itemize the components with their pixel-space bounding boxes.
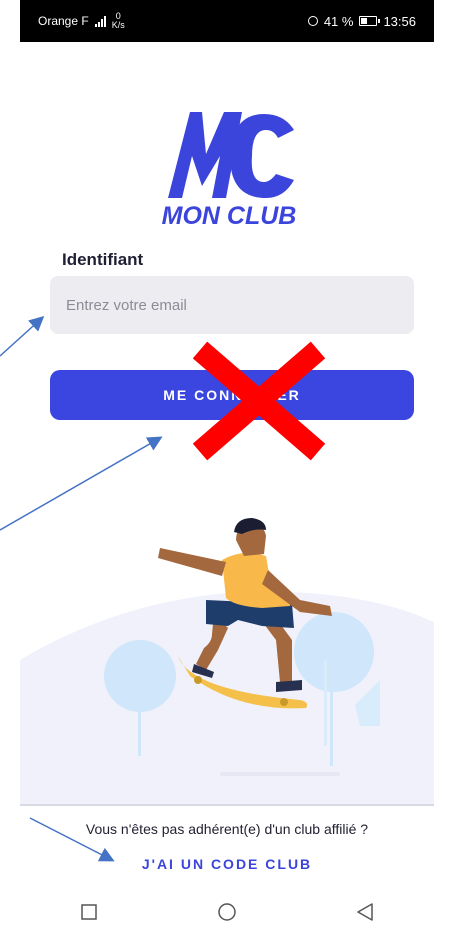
home-button[interactable] [197,894,257,930]
system-nav-bar [20,892,434,932]
annotation-arrow-email [0,315,45,357]
mon-club-logo: MON CLUB [154,110,304,236]
mc-monogram-logo [168,112,294,198]
footer-divider [20,804,434,806]
alarm-icon [307,16,318,26]
back-button[interactable] [335,894,395,930]
network-speed: 0 K/s [112,12,125,30]
status-bar-right: 41 % 13:56 [307,13,416,29]
square-recent-apps-icon [81,904,97,920]
triangle-back-icon [357,903,373,921]
code-club-link[interactable]: J'AI UN CODE CLUB [0,856,454,872]
battery-icon [359,16,381,26]
network-speed-unit: K/s [111,20,125,30]
annotation-arrow-button [0,436,163,531]
recent-apps-button[interactable] [59,894,119,930]
status-bar-left: Orange F 0 K/s [38,12,125,30]
login-screen: Orange F 0 K/s 41 % 13:56 MON CLUB Ident… [0,0,454,932]
circle-home-icon [218,903,236,921]
email-input[interactable] [50,276,414,334]
connect-button[interactable]: ME CONNECTER [50,370,414,420]
carrier-name: Orange F [38,14,89,28]
signal-icon [94,15,106,27]
not-member-question: Vous n'êtes pas adhérent(e) d'un club af… [85,821,369,837]
status-bar: Orange F 0 K/s 41 % 13:56 [20,0,434,42]
battery-percent: 41 % [323,13,354,29]
logo-wordmark: MON CLUB [161,202,297,230]
clock: 13:56 [383,13,416,29]
identifier-label: Identifiant [62,250,144,269]
